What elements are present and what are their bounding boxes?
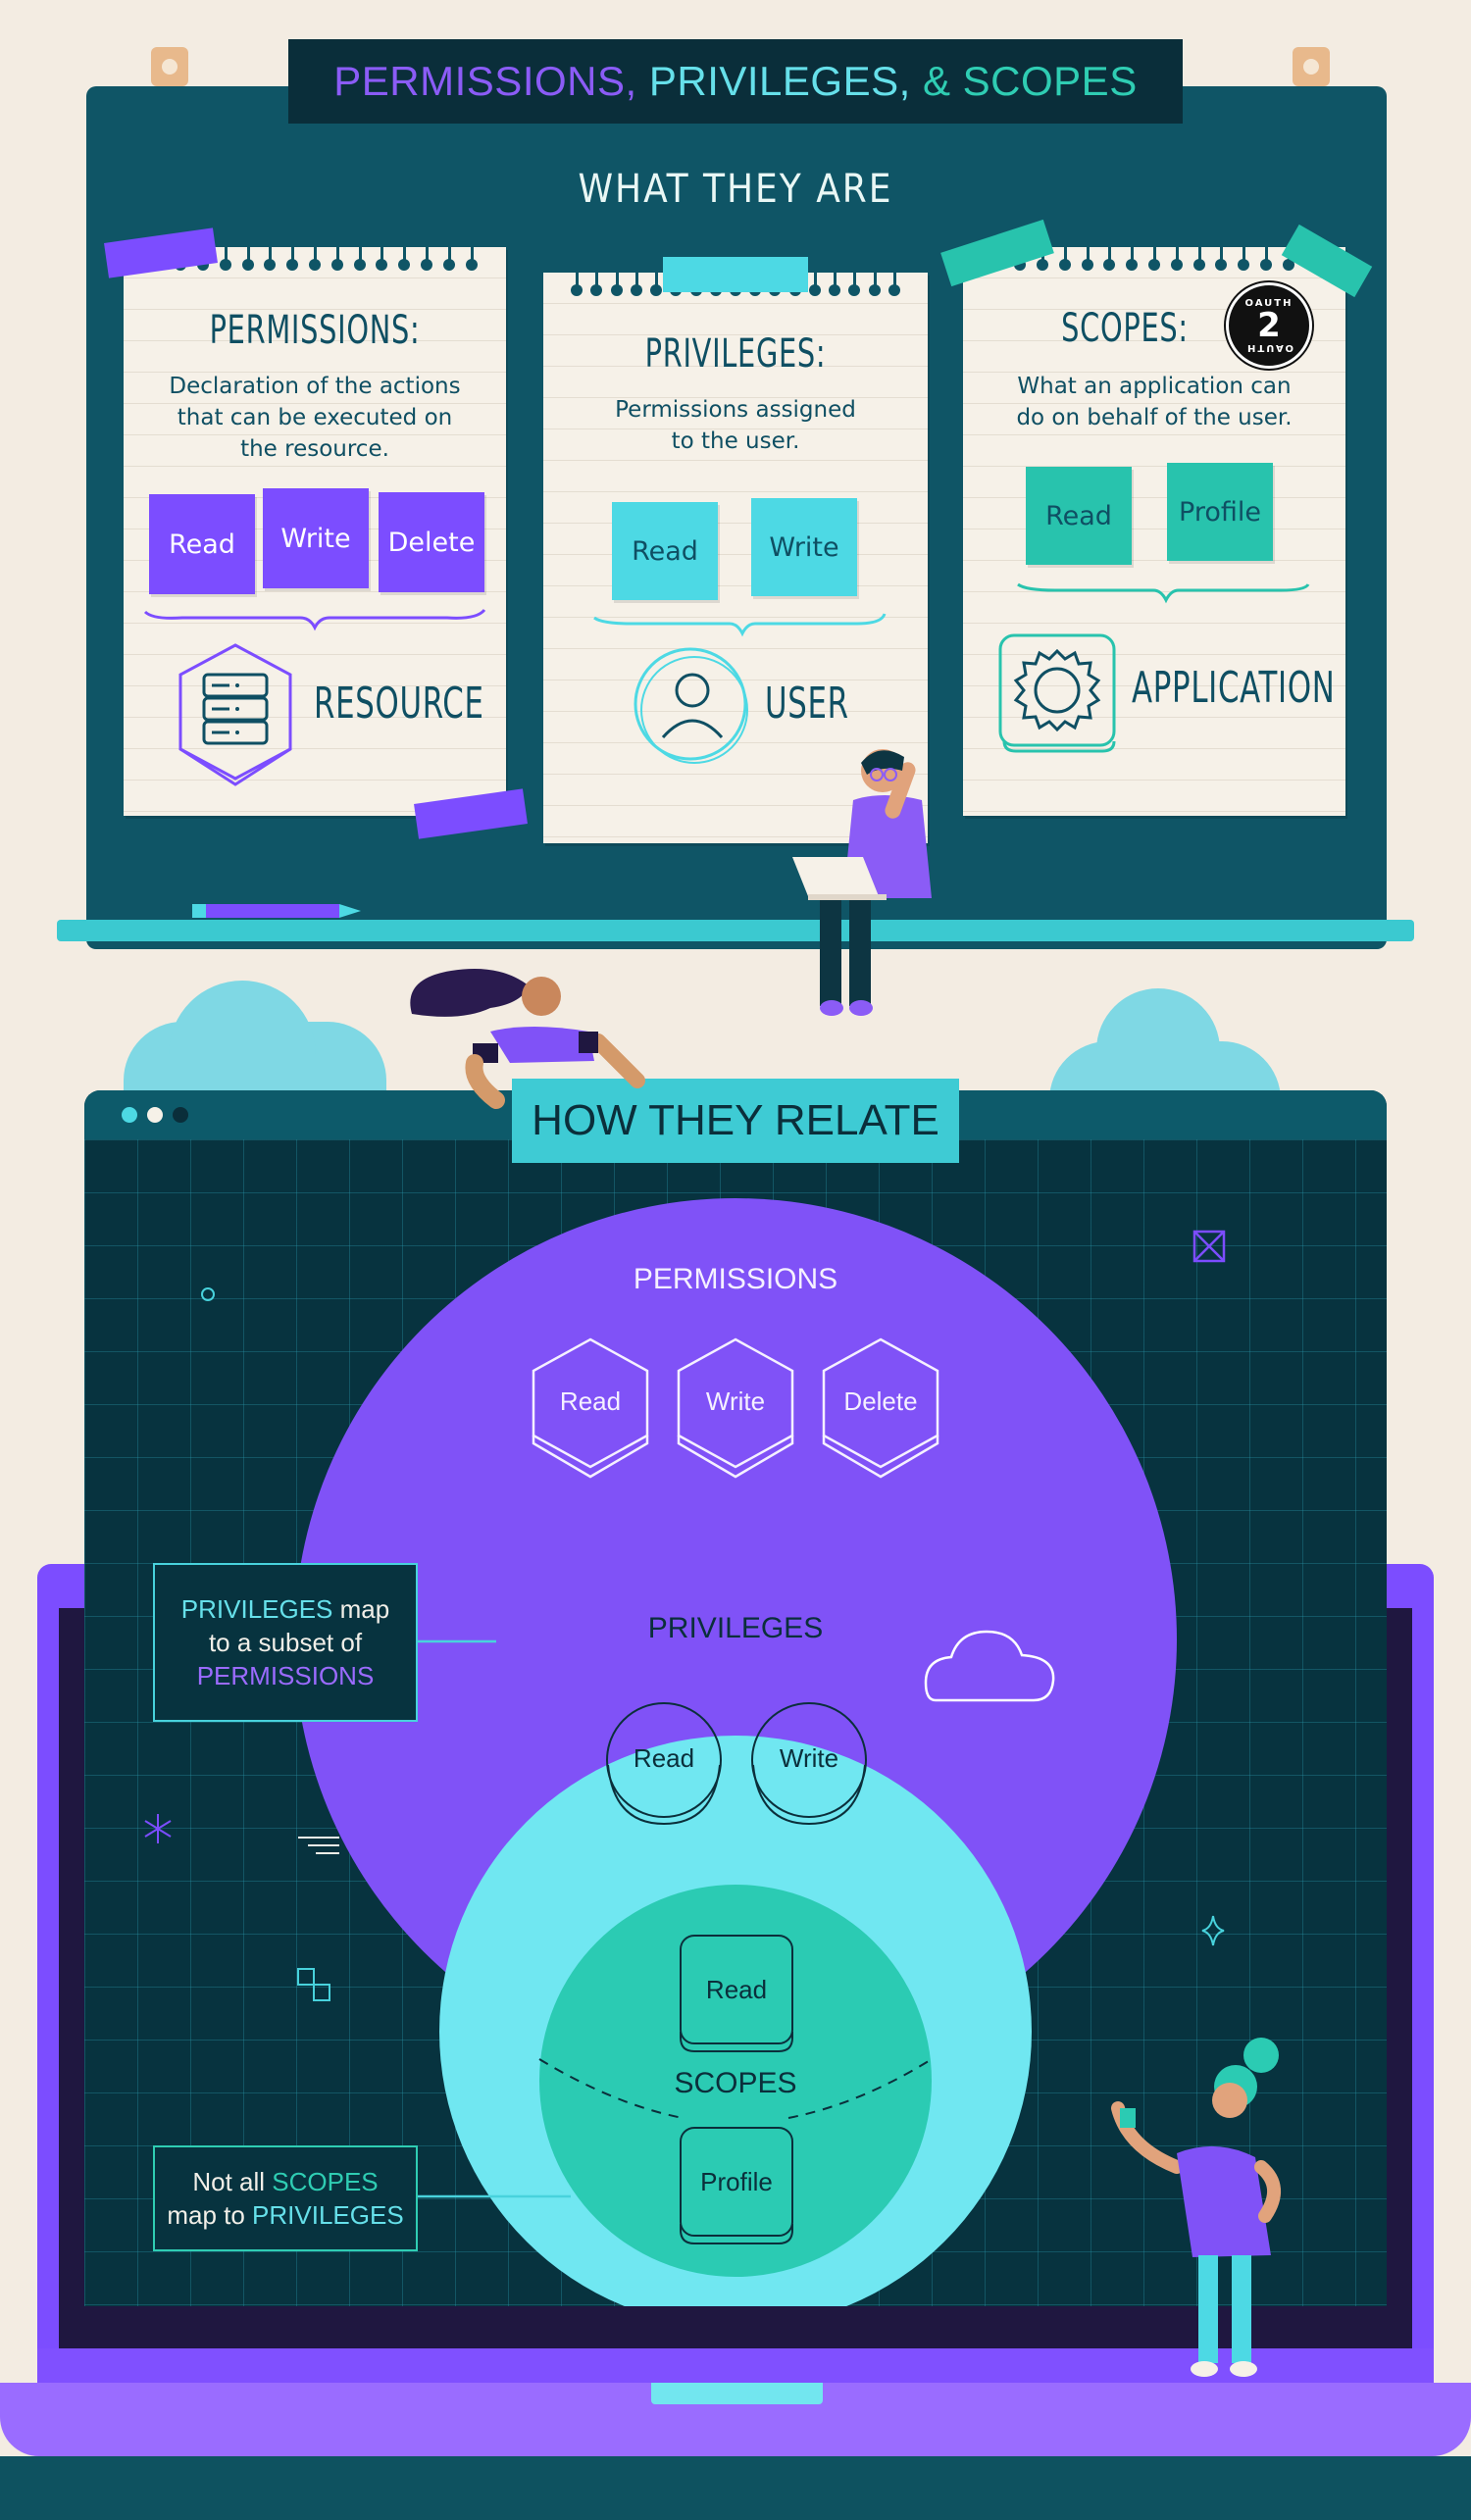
entity-label-user: USER bbox=[765, 679, 849, 729]
venn-label-privileges: PRIVILEGES bbox=[647, 1612, 824, 1644]
sticky-note-read: Read bbox=[612, 502, 718, 600]
sticky-note-write: Write bbox=[263, 488, 369, 588]
pencil-icon bbox=[192, 904, 361, 918]
venn-label-scopes: SCOPES bbox=[674, 2067, 797, 2099]
laptop-notch bbox=[651, 2383, 823, 2404]
card-description: Declaration of the actions that can be e… bbox=[169, 374, 461, 462]
privilege-coin-write: Write bbox=[749, 1700, 869, 1828]
cloud-icon bbox=[1096, 988, 1220, 1077]
card-scopes: SCOPES: OAUTH 2 OAUTH What an applicatio… bbox=[963, 237, 1345, 816]
board-ledge bbox=[57, 920, 1414, 941]
callout-scopes-not-all: Not all SCOPES map to PRIVILEGES bbox=[153, 2145, 418, 2251]
card-description: Permissions assigned to the user. bbox=[615, 397, 856, 454]
oauth2-badge: OAUTH 2 OAUTH bbox=[1226, 282, 1312, 369]
pin-icon bbox=[1293, 47, 1330, 86]
hexagon-read: Read bbox=[532, 1337, 649, 1479]
pin-icon bbox=[151, 47, 188, 86]
sticky-note-profile: Profile bbox=[1167, 463, 1273, 561]
cloud-icon bbox=[169, 981, 316, 1069]
title-scopes: & SCOPES bbox=[922, 58, 1138, 104]
hexagon-write: Write bbox=[677, 1337, 794, 1479]
sticky-note-read: Read bbox=[149, 494, 255, 594]
brace-icon bbox=[143, 608, 486, 631]
brace-icon bbox=[1017, 582, 1310, 604]
card-title: PRIVILEGES: bbox=[644, 331, 827, 377]
card-title: PERMISSIONS: bbox=[209, 308, 421, 353]
sticky-note-read: Read bbox=[1026, 467, 1132, 565]
card-permissions: PERMISSIONS: Declaration of the actions … bbox=[124, 237, 506, 816]
floor bbox=[0, 2456, 1471, 2520]
scope-key-profile: Profile bbox=[679, 2126, 794, 2245]
sticky-note-write: Write bbox=[751, 498, 857, 596]
user-icon bbox=[634, 647, 748, 764]
gear-icon bbox=[998, 633, 1116, 753]
title-privileges: PRIVILEGES, bbox=[648, 58, 911, 104]
person-pointing-illustration bbox=[1111, 2038, 1281, 2377]
privilege-coin-read: Read bbox=[604, 1700, 724, 1828]
brace-icon bbox=[593, 613, 887, 637]
callout-privileges-subset: PRIVILEGES map to a subset of PERMISSION… bbox=[153, 1563, 418, 1722]
person-with-laptop-illustration bbox=[792, 749, 932, 1016]
page-title: PERMISSIONS, PRIVILEGES, & SCOPES bbox=[288, 39, 1183, 124]
venn-label-permissions: PERMISSIONS bbox=[633, 1263, 838, 1295]
person-leaning-illustration bbox=[410, 969, 645, 1109]
entity-label-resource: RESOURCE bbox=[314, 679, 484, 729]
server-icon bbox=[178, 643, 292, 786]
hexagon-delete: Delete bbox=[822, 1337, 939, 1479]
section-heading-what: WHAT THEY ARE bbox=[578, 167, 893, 212]
card-description: What an application can do on behalf of … bbox=[1016, 374, 1293, 430]
tape bbox=[663, 257, 808, 292]
scope-key-read: Read bbox=[679, 1934, 794, 2053]
sticky-note-delete: Delete bbox=[379, 492, 484, 592]
entity-label-application: APPLICATION bbox=[1132, 663, 1336, 713]
title-permissions: PERMISSIONS, bbox=[333, 58, 637, 104]
